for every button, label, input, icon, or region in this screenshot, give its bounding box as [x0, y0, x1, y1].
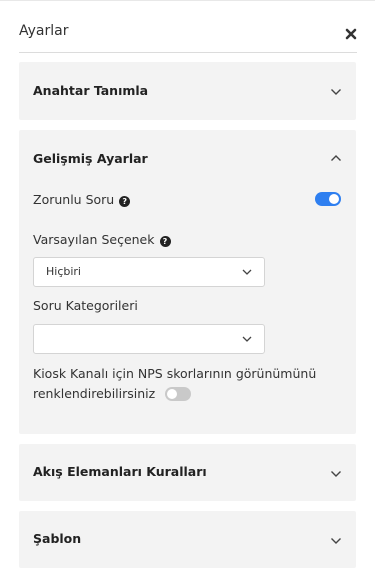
- top-divider: [0, 0, 375, 1]
- chevron-down-icon: [242, 336, 252, 343]
- chevron-down-icon[interactable]: [330, 88, 342, 96]
- panel-akis-elemanlari-kurallari[interactable]: Akış Elemanları Kuralları: [19, 444, 356, 501]
- varsayilan-secenek-select[interactable]: Hiçbiri: [33, 257, 265, 287]
- help-icon[interactable]: ?: [159, 236, 171, 247]
- zorunlu-soru-label: Zorunlu Soru?: [33, 192, 131, 207]
- panel-title: Akış Elemanları Kuralları: [33, 464, 207, 479]
- panel-title: Şablon: [33, 531, 82, 546]
- settings-header: Ayarlar: [19, 22, 357, 53]
- panel-sablon[interactable]: Şablon: [19, 511, 356, 568]
- chevron-down-icon: [242, 269, 252, 276]
- chevron-down-icon[interactable]: [330, 537, 342, 545]
- panel-title[interactable]: Gelişmiş Ayarlar: [33, 151, 148, 166]
- chevron-up-icon[interactable]: [330, 154, 342, 162]
- panel-gelismis-ayarlar: Gelişmiş Ayarlar Zorunlu Soru? Varsayıla…: [19, 130, 356, 434]
- varsayilan-secenek-label: Varsayılan Seçenek?: [33, 232, 171, 247]
- kiosk-nps-toggle[interactable]: [165, 387, 191, 401]
- soru-kategorileri-label: Soru Kategorileri: [33, 298, 138, 313]
- zorunlu-soru-toggle[interactable]: [315, 192, 341, 206]
- page-title: Ayarlar: [19, 23, 69, 39]
- select-value: Hiçbiri: [46, 265, 81, 278]
- soru-kategorileri-select[interactable]: [33, 324, 265, 354]
- chevron-down-icon[interactable]: [330, 470, 342, 478]
- panel-anahtar-tanimla[interactable]: Anahtar Tanımla: [19, 62, 356, 120]
- help-icon[interactable]: ?: [119, 196, 131, 207]
- close-icon[interactable]: [345, 28, 357, 40]
- panel-title: Anahtar Tanımla: [33, 83, 149, 98]
